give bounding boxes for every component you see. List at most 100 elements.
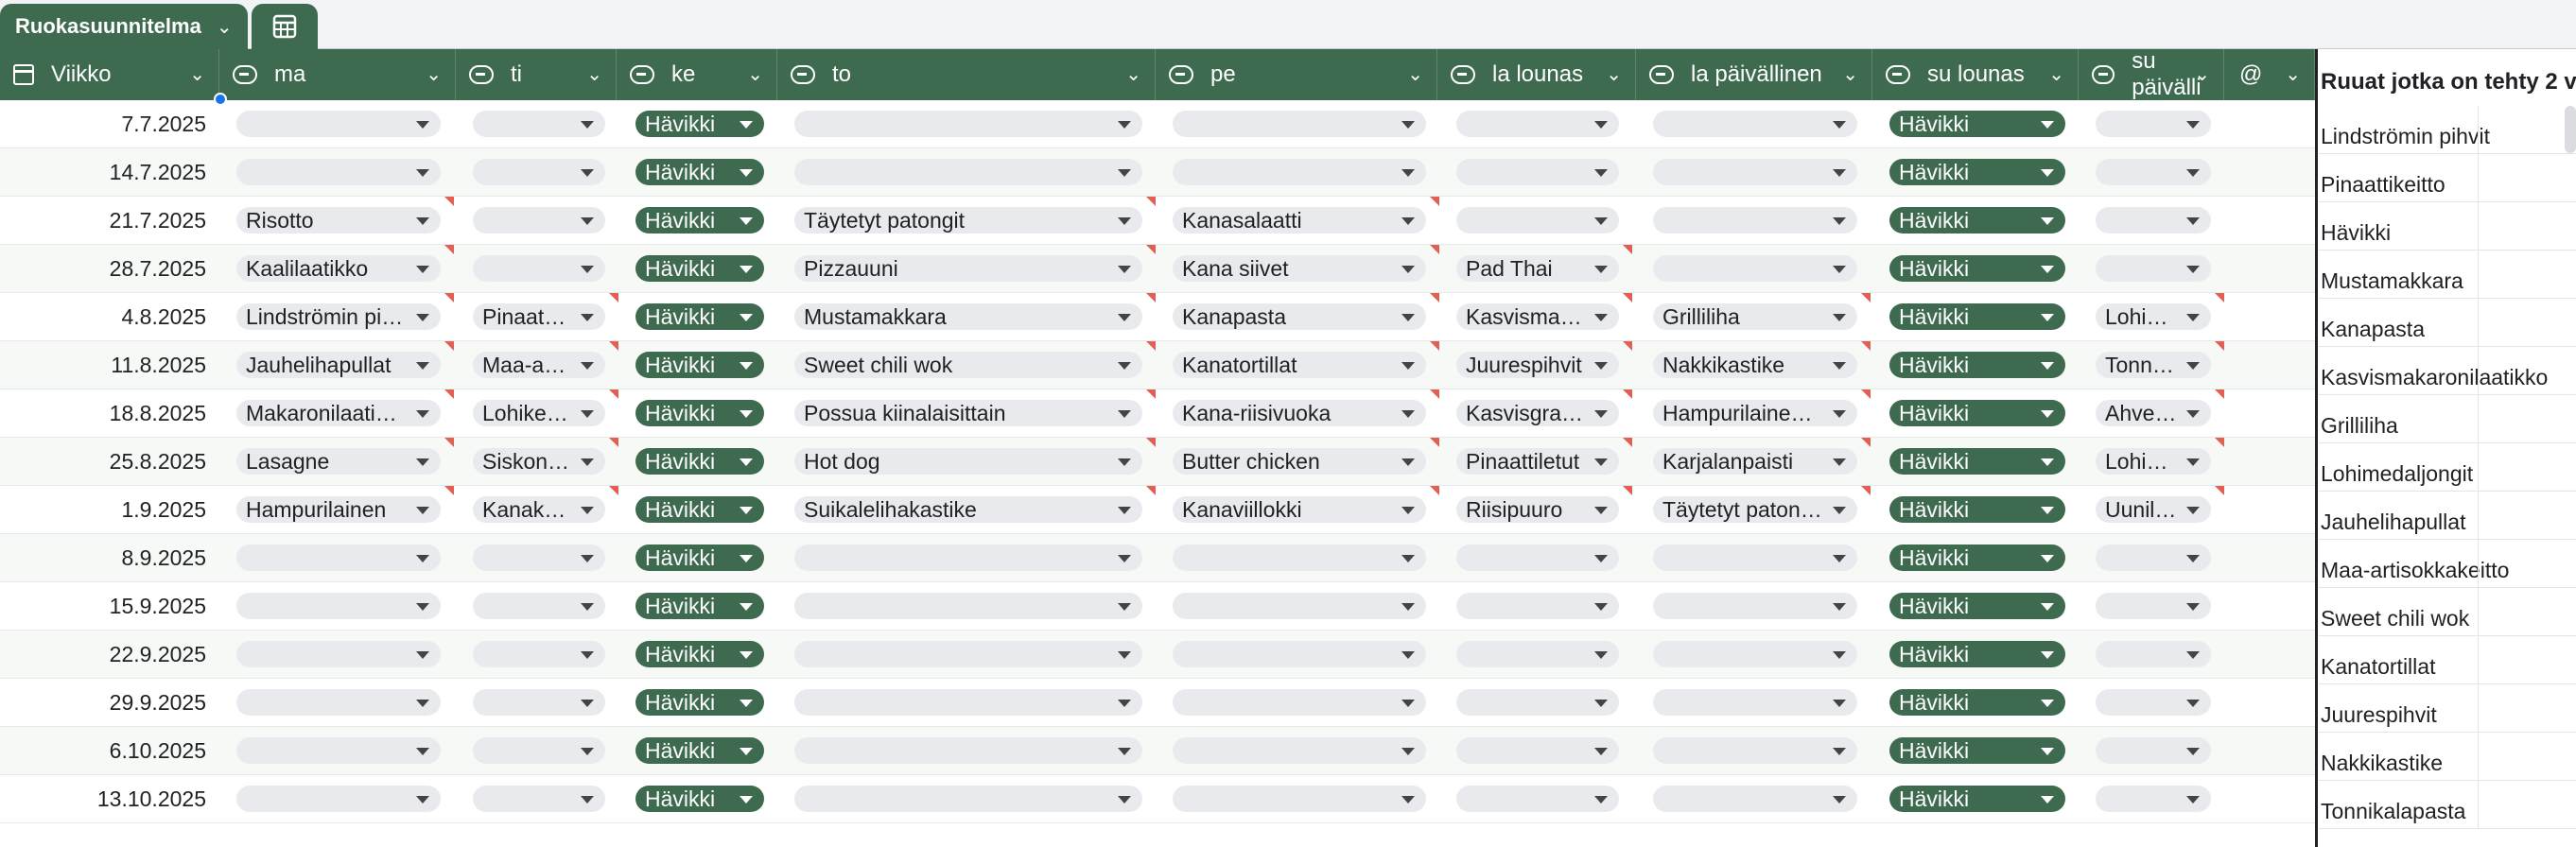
dropdown-chip-ti[interactable]: Kanakeitto: [473, 496, 605, 523]
dropdown-chip-su-paivallinen[interactable]: Tonnikalapasta: [2096, 352, 2211, 378]
dropdown-chip-ma[interactable]: Makaronilaatikko: [236, 400, 441, 426]
comment-marker-icon[interactable]: [2215, 341, 2224, 351]
dropdown-chip-ke[interactable]: Hävikki: [635, 496, 764, 523]
dropdown-chip-la-lounas[interactable]: [1456, 544, 1619, 571]
comment-marker-icon[interactable]: [2215, 293, 2224, 302]
dropdown-chip-la-paivallinen[interactable]: [1653, 255, 1857, 282]
dropdown-chip-pe[interactable]: Kanasalaatti: [1173, 207, 1426, 233]
comment-marker-icon[interactable]: [1146, 389, 1156, 399]
dropdown-chip-ti[interactable]: [473, 786, 605, 812]
comment-marker-icon[interactable]: [1430, 245, 1439, 254]
dropdown-chip-pe[interactable]: Kana-riisivuoka: [1173, 400, 1426, 426]
dropdown-chip-su-lounas[interactable]: Hävikki: [1889, 641, 2065, 667]
comment-marker-icon[interactable]: [1623, 341, 1632, 351]
dropdown-chip-ti[interactable]: Pinaattikeitto: [473, 303, 605, 330]
dropdown-chip-ma[interactable]: [236, 593, 441, 619]
dropdown-chip-ke[interactable]: Hävikki: [635, 303, 764, 330]
comment-marker-icon[interactable]: [1146, 293, 1156, 302]
column-header-ma[interactable]: ma ⌄: [219, 49, 456, 100]
dropdown-chip-su-lounas[interactable]: Hävikki: [1889, 544, 2065, 571]
dropdown-chip-la-lounas[interactable]: [1456, 111, 1619, 137]
week-date-cell[interactable]: 18.8.2025: [0, 389, 208, 438]
dropdown-chip-ma[interactable]: Jauhelihapullat: [236, 352, 441, 378]
dropdown-chip-ma[interactable]: [236, 159, 441, 185]
comment-marker-icon[interactable]: [1146, 438, 1156, 447]
chevron-down-icon[interactable]: ⌄: [2194, 62, 2210, 86]
side-list-item[interactable]: Jauhelihapullat: [2319, 492, 2576, 540]
column-header-su-lounas[interactable]: su lounas ⌄: [1872, 49, 2079, 100]
side-list-item[interactable]: Mustamakkara: [2319, 251, 2576, 299]
column-header-to[interactable]: to ⌄: [777, 49, 1156, 100]
comment-marker-icon[interactable]: [1623, 245, 1632, 254]
dropdown-chip-su-paivallinen[interactable]: Lohikiusaus: [2096, 448, 2211, 475]
dropdown-chip-la-lounas[interactable]: Kasvisgratini: [1456, 400, 1619, 426]
comment-marker-icon[interactable]: [1146, 197, 1156, 206]
side-list-item[interactable]: Kasvismakaronilaatikko: [2319, 347, 2576, 395]
column-header-viikko[interactable]: Viikko ⌄: [0, 49, 219, 100]
dropdown-chip-to[interactable]: [794, 641, 1142, 667]
comment-marker-icon[interactable]: [1861, 389, 1871, 399]
dropdown-chip-pe[interactable]: Kanaviillokki: [1173, 496, 1426, 523]
week-date-cell[interactable]: 29.9.2025: [0, 679, 208, 727]
chevron-down-icon[interactable]: ⌄: [1407, 62, 1423, 86]
comment-marker-icon[interactable]: [1623, 293, 1632, 302]
comment-marker-icon[interactable]: [2215, 438, 2224, 447]
dropdown-chip-ma[interactable]: [236, 544, 441, 571]
comment-marker-icon[interactable]: [444, 486, 454, 495]
dropdown-chip-la-paivallinen[interactable]: [1653, 207, 1857, 233]
dropdown-chip-pe[interactable]: Kanapasta: [1173, 303, 1426, 330]
dropdown-chip-su-paivallinen[interactable]: [2096, 544, 2211, 571]
dropdown-chip-to[interactable]: Pizzauuni: [794, 255, 1142, 282]
comment-marker-icon[interactable]: [1146, 486, 1156, 495]
dropdown-chip-to[interactable]: [794, 737, 1142, 764]
dropdown-chip-la-paivallinen[interactable]: Hampurilainen ateria: [1653, 400, 1857, 426]
dropdown-chip-ma[interactable]: Risotto: [236, 207, 441, 233]
dropdown-chip-la-lounas[interactable]: [1456, 689, 1619, 716]
dropdown-chip-la-lounas[interactable]: [1456, 159, 1619, 185]
side-list-item[interactable]: Tonnikalapasta: [2319, 781, 2576, 829]
dropdown-chip-la-paivallinen[interactable]: [1653, 737, 1857, 764]
dropdown-chip-pe[interactable]: Kanatortillat: [1173, 352, 1426, 378]
dropdown-chip-pe[interactable]: Butter chicken: [1173, 448, 1426, 475]
dropdown-chip-ke[interactable]: Hävikki: [635, 544, 764, 571]
dropdown-chip-su-lounas[interactable]: Hävikki: [1889, 496, 2065, 523]
dropdown-chip-ma[interactable]: [236, 111, 441, 137]
dropdown-chip-ke[interactable]: Hävikki: [635, 448, 764, 475]
dropdown-chip-ti[interactable]: Lohikeitto: [473, 400, 605, 426]
column-header-at[interactable]: @ ⌄: [2224, 49, 2315, 100]
side-list-item[interactable]: Lohimedaljongit: [2319, 443, 2576, 492]
dropdown-chip-ma[interactable]: Kaalilaatikko: [236, 255, 441, 282]
dropdown-chip-ke[interactable]: Hävikki: [635, 786, 764, 812]
chevron-down-icon[interactable]: ⌄: [189, 62, 205, 86]
chevron-down-icon[interactable]: ⌄: [1125, 62, 1141, 86]
dropdown-chip-ti[interactable]: [473, 255, 605, 282]
comment-marker-icon[interactable]: [1146, 341, 1156, 351]
chevron-down-icon[interactable]: ⌄: [747, 62, 763, 86]
dropdown-chip-su-lounas[interactable]: Hävikki: [1889, 400, 2065, 426]
dropdown-chip-ti[interactable]: [473, 544, 605, 571]
sheet-tab[interactable]: Ruokasuunnitelma ⌄: [0, 4, 248, 49]
week-date-cell[interactable]: 22.9.2025: [0, 631, 208, 679]
dropdown-chip-su-lounas[interactable]: Hävikki: [1889, 786, 2065, 812]
side-list-item[interactable]: Sweet chili wok: [2319, 588, 2576, 636]
dropdown-chip-su-lounas[interactable]: Hävikki: [1889, 207, 2065, 233]
dropdown-chip-ti[interactable]: [473, 737, 605, 764]
side-list-item[interactable]: Juurespihvit: [2319, 684, 2576, 733]
dropdown-chip-to[interactable]: [794, 689, 1142, 716]
dropdown-chip-to[interactable]: Suikalelihakastike: [794, 496, 1142, 523]
dropdown-chip-su-lounas[interactable]: Hävikki: [1889, 303, 2065, 330]
dropdown-chip-ma[interactable]: [236, 689, 441, 716]
dropdown-chip-la-lounas[interactable]: Pad Thai: [1456, 255, 1619, 282]
comment-marker-icon[interactable]: [609, 389, 618, 399]
chevron-down-icon[interactable]: ⌄: [2285, 62, 2301, 86]
week-date-cell[interactable]: 25.8.2025: [0, 438, 208, 486]
dropdown-chip-ke[interactable]: Hävikki: [635, 352, 764, 378]
dropdown-chip-to[interactable]: [794, 786, 1142, 812]
dropdown-chip-pe[interactable]: [1173, 689, 1426, 716]
dropdown-chip-su-paivallinen[interactable]: [2096, 111, 2211, 137]
dropdown-chip-ti[interactable]: [473, 207, 605, 233]
dropdown-chip-ma[interactable]: Lasagne: [236, 448, 441, 475]
dropdown-chip-su-lounas[interactable]: Hävikki: [1889, 448, 2065, 475]
dropdown-chip-ma[interactable]: Hampurilainen: [236, 496, 441, 523]
week-date-cell[interactable]: 14.7.2025: [0, 148, 208, 197]
